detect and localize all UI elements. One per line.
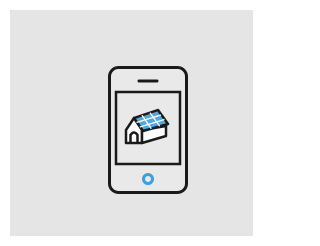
image-background <box>10 10 253 236</box>
phone-icon <box>108 66 188 194</box>
phone-illustration <box>108 66 188 194</box>
